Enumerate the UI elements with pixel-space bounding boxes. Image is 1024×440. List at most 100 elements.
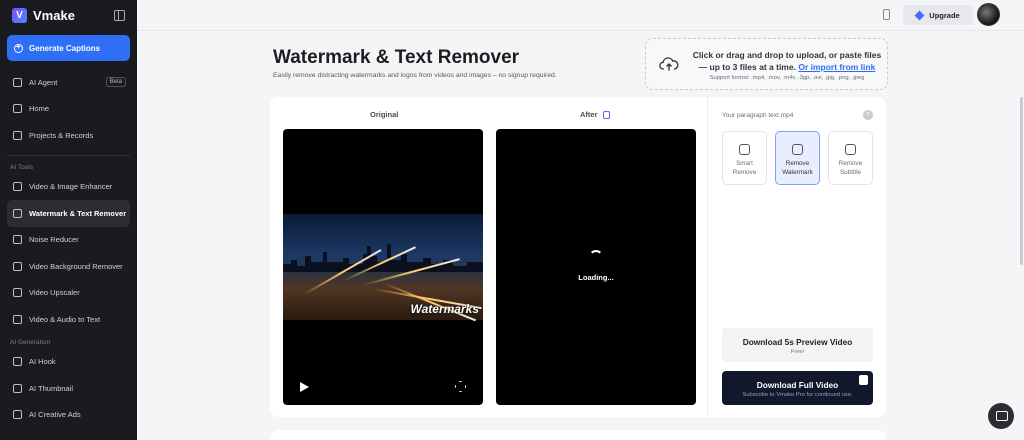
sidebar-item-label: Video Upscaler (29, 288, 80, 298)
remove-subtitle-option[interactable]: Remove Subtitle (828, 131, 873, 185)
sidebar-item-watermark-remover[interactable]: Watermark & Text Remover (7, 200, 130, 227)
remove-watermark-option[interactable]: Remove Watermark (775, 131, 820, 185)
upscale-icon (13, 288, 22, 298)
noise-icon (13, 235, 22, 245)
background-icon (13, 261, 22, 271)
sidebar-collapse-icon[interactable] (114, 9, 125, 21)
loading-text: Loading... (578, 273, 614, 282)
original-video-panel[interactable]: Watermarks (283, 129, 483, 405)
download-full-sub: Subscribe to Vmake Pro for continued use… (742, 392, 853, 398)
sidebar-item-enhancer[interactable]: Video & Image Enhancer (7, 174, 130, 201)
sparkle-icon (13, 77, 22, 87)
sidebar-item-label: Video Background Remover (29, 261, 123, 271)
sidebar-item-ai-agent[interactable]: AI Agent Beta (7, 69, 130, 96)
import-link[interactable]: Or import from link (798, 62, 875, 72)
tool-label: Remove (732, 168, 757, 176)
sidebar-item-home[interactable]: Home (7, 96, 130, 123)
options-panel: Your paragraph text.mp4 × Smart Remove R… (707, 97, 886, 417)
sidebar-item-label: Video & Audio to Text (29, 314, 101, 324)
watermark-overlay: Watermarks (410, 302, 479, 316)
after-label-text: After (580, 110, 598, 119)
sidebar-item-label: AI Thumbnail (29, 383, 74, 393)
fullscreen-icon[interactable] (455, 381, 466, 392)
divider (7, 154, 130, 156)
city-video-frame: Watermarks (283, 214, 483, 322)
chat-support-icon[interactable] (988, 403, 1014, 429)
transcribe-icon (13, 314, 22, 324)
sidebar-item-ai-thumbnail[interactable]: AI Thumbnail (7, 375, 130, 402)
after-label: After (580, 110, 610, 120)
sidebar-item-label: Home (29, 104, 50, 114)
sidebar-item-label: Watermark & Text Remover (29, 208, 127, 218)
brand-name: Vmake (33, 7, 75, 23)
smart-remove-option[interactable]: Smart Remove (722, 131, 767, 185)
editor-card: Original After Watermarks Loading... You… (270, 97, 886, 417)
page-subtitle: Easily remove distracting watermarks and… (273, 72, 557, 79)
sidebar-item-label: AI Hook (29, 357, 56, 367)
sidebar-item-ai-creative-ads[interactable]: AI Creative Ads (7, 402, 130, 429)
download-full-label: Download Full Video (756, 380, 839, 390)
download-full-button[interactable]: Download Full Video Subscribe to Vmake P… (722, 371, 873, 405)
magic-wand-icon (739, 144, 750, 155)
plus-circle-icon (14, 42, 23, 53)
generate-captions-label: Generate Captions (29, 43, 101, 53)
enhance-icon (13, 182, 22, 192)
sidebar-item-label: Projects & Records (29, 130, 94, 140)
image-icon (13, 383, 22, 393)
city-skyline (283, 244, 483, 272)
upload-dropzone[interactable]: Click or drag and drop to upload, or pas… (645, 38, 888, 90)
tool-label: Remove (785, 160, 810, 167)
sidebar-item-label: Video & Image Enhancer (29, 182, 113, 192)
hook-icon (13, 357, 22, 367)
vmake-logo: V (12, 7, 27, 23)
download-preview-label: Download 5s Preview Video (742, 337, 853, 347)
sidebar-item-noise-reducer[interactable]: Noise Reducer (7, 227, 130, 254)
upgrade-button[interactable]: Upgrade (903, 5, 973, 25)
beta-badge: Beta (105, 77, 126, 88)
section-label-ai-generation: AI Generation (10, 338, 51, 346)
original-label: Original (370, 110, 399, 119)
home-icon (13, 104, 22, 114)
sidebar-item-bg-remover[interactable]: Video Background Remover (7, 253, 130, 280)
tool-label: Watermark (782, 168, 813, 176)
subtitle-icon (845, 144, 856, 155)
close-icon[interactable]: × (863, 110, 873, 120)
mobile-icon[interactable] (883, 9, 890, 20)
pro-badge-icon (859, 375, 868, 385)
upload-instructions: Click or drag and drop to upload, or pas… (692, 49, 882, 73)
sidebar-item-ai-hook[interactable]: AI Hook (7, 349, 130, 376)
watermark-icon (792, 144, 803, 155)
top-bar: Upgrade (137, 0, 1024, 31)
sidebar-item-label: AI Creative Ads (29, 410, 81, 420)
tool-label: Smart (736, 160, 753, 167)
supported-formats: Support format: .mp4, .mov, .m4v, .3gp, … (709, 75, 865, 81)
loading-spinner-icon (589, 250, 603, 264)
avatar[interactable] (977, 3, 1000, 26)
sidebar-item-label: Noise Reducer (29, 235, 79, 245)
scrollbar[interactable] (1020, 97, 1023, 265)
section-label-ai-tools: AI Tools (10, 163, 34, 171)
sidebar-item-upscaler[interactable]: Video Upscaler (7, 280, 130, 307)
page-title: Watermark & Text Remover (273, 47, 520, 68)
ads-icon (13, 410, 22, 420)
diamond-icon (914, 10, 925, 20)
after-video-panel: Loading... (496, 129, 696, 405)
person-icon (602, 111, 610, 120)
download-preview-button[interactable]: Download 5s Preview Video Free! (722, 328, 873, 362)
sidebar-item-label: AI Agent (29, 77, 58, 87)
cloud-upload-icon (659, 57, 679, 71)
tool-label: Subtitle (839, 168, 861, 176)
generate-captions-button[interactable]: Generate Captions (7, 35, 130, 61)
secondary-card (270, 430, 886, 440)
file-name: Your paragraph text.mp4 (722, 112, 794, 119)
sidebar-item-projects[interactable]: Projects & Records (7, 122, 130, 149)
play-icon[interactable] (300, 382, 309, 392)
download-preview-sub: Free! (790, 349, 805, 355)
sidebar: V Vmake Generate Captions AI Agent Beta … (0, 0, 137, 440)
folder-icon (13, 130, 22, 140)
sidebar-item-audio-to-text[interactable]: Video & Audio to Text (7, 306, 130, 333)
tool-label: Remove (838, 160, 863, 167)
brand[interactable]: V Vmake (0, 0, 137, 30)
upgrade-label: Upgrade (929, 10, 960, 20)
eraser-icon (13, 208, 22, 218)
